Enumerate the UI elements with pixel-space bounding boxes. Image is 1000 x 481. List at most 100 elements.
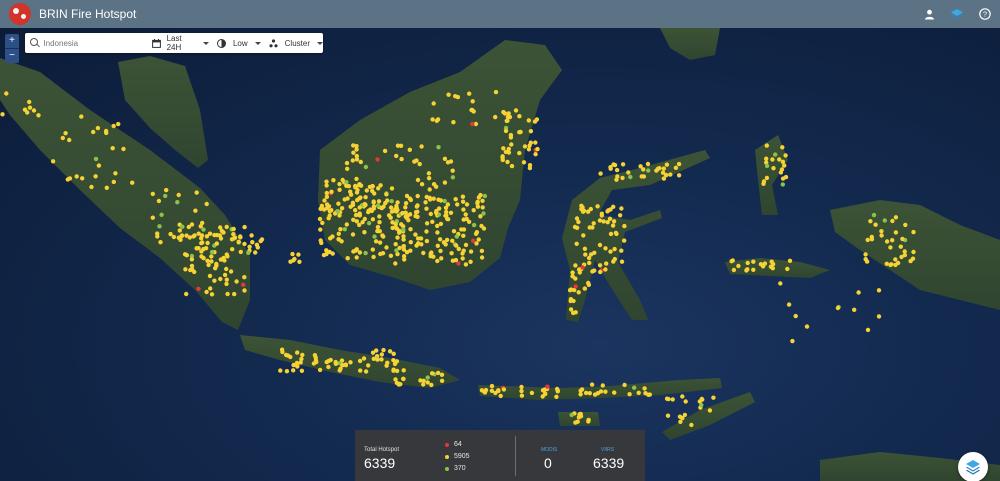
hotspot-marker xyxy=(344,222,349,227)
hotspot-marker xyxy=(378,251,383,257)
hotspot-marker xyxy=(312,353,318,358)
hotspot-marker xyxy=(224,266,229,272)
layers-icon[interactable] xyxy=(950,7,964,21)
hotspot-marker xyxy=(890,218,895,224)
hotspot-marker xyxy=(780,159,786,164)
hotspot-marker xyxy=(336,231,341,236)
hotspot-marker xyxy=(159,212,164,217)
hotspot-marker xyxy=(364,188,369,193)
modis-value: 0 xyxy=(544,455,552,471)
hotspot-marker xyxy=(31,108,37,113)
hotspot-marker xyxy=(234,279,239,284)
hotspot-marker xyxy=(95,125,101,131)
hotspot-marker xyxy=(150,215,155,220)
hotspot-marker xyxy=(405,213,410,218)
hotspot-marker xyxy=(617,213,623,218)
timor-island xyxy=(662,392,755,440)
hotspot-marker xyxy=(196,231,201,236)
hotspot-marker xyxy=(517,114,522,119)
hotspot-marker xyxy=(519,388,524,394)
hotspot-marker xyxy=(63,131,68,136)
hotspot-marker xyxy=(418,378,423,383)
hotspot-marker xyxy=(116,121,121,127)
hotspot-marker xyxy=(764,143,769,148)
hotspot-marker xyxy=(873,222,878,227)
hotspot-marker xyxy=(413,210,419,215)
legend-count-low: 370 xyxy=(454,465,466,472)
hotspot-marker xyxy=(431,101,436,106)
hotspot-marker xyxy=(500,157,505,163)
hotspot-marker xyxy=(354,247,359,252)
hotspot-marker xyxy=(587,225,592,230)
zoom-out-button[interactable]: − xyxy=(5,49,19,63)
hotspot-marker xyxy=(249,233,254,238)
hotspot-marker xyxy=(450,238,455,243)
hotspot-marker xyxy=(415,177,421,183)
search-input[interactable] xyxy=(43,38,144,48)
hotspot-marker xyxy=(250,240,255,245)
hotspot-marker xyxy=(415,203,420,208)
hotspot-marker xyxy=(639,174,644,179)
map-canvas[interactable] xyxy=(0,28,1000,481)
hotspot-marker xyxy=(340,177,345,183)
hotspot-marker xyxy=(533,152,538,157)
hotspot-marker xyxy=(471,238,476,243)
hotspot-marker xyxy=(395,235,400,240)
hotspot-marker xyxy=(205,240,210,246)
hotspot-marker xyxy=(377,214,382,219)
hotspot-marker xyxy=(598,269,603,275)
hotspot-marker xyxy=(27,105,33,110)
hotspot-marker xyxy=(730,258,735,263)
hotspot-marker xyxy=(205,258,210,263)
hotspot-marker xyxy=(528,129,534,134)
hotspot-marker xyxy=(91,129,96,135)
hotspot-marker xyxy=(224,281,229,287)
hotspot-marker xyxy=(393,222,398,227)
hotspot-marker xyxy=(231,232,236,237)
hotspot-marker xyxy=(291,368,296,373)
hotspot-marker xyxy=(863,257,868,262)
hotspot-marker xyxy=(157,224,162,229)
hotspot-marker xyxy=(207,231,213,236)
hotspot-marker xyxy=(171,234,177,240)
hotspot-marker xyxy=(104,130,109,136)
hotspot-marker xyxy=(342,197,347,202)
hotspot-marker xyxy=(787,258,793,263)
hotspot-marker xyxy=(329,189,334,194)
hotspot-marker xyxy=(498,393,503,399)
hotspot-marker xyxy=(158,240,163,245)
hotspot-marker xyxy=(527,143,532,148)
hotspot-marker xyxy=(586,417,591,423)
hotspot-marker xyxy=(435,243,440,248)
user-icon[interactable] xyxy=(922,7,936,21)
time-filter-dropdown[interactable]: Last 24H xyxy=(151,34,209,52)
hotspot-marker xyxy=(201,227,206,232)
confidence-filter-dropdown[interactable]: Low xyxy=(217,38,261,48)
hotspot-marker xyxy=(416,241,421,246)
hotspot-marker xyxy=(401,376,406,382)
hotspot-marker xyxy=(773,152,778,157)
hotspot-marker xyxy=(871,212,877,218)
hotspot-marker xyxy=(212,278,217,283)
hotspot-marker xyxy=(598,171,603,176)
hotspot-marker xyxy=(676,161,682,167)
hotspot-marker xyxy=(612,162,618,168)
hotspot-marker xyxy=(379,357,384,362)
view-mode-dropdown[interactable]: Cluster xyxy=(269,38,323,48)
hotspot-marker xyxy=(429,371,435,376)
help-icon[interactable]: ? xyxy=(978,7,992,21)
hotspot-marker xyxy=(707,408,713,413)
hotspot-marker xyxy=(446,92,451,97)
hotspot-marker xyxy=(608,231,614,237)
hotspot-marker xyxy=(790,338,795,344)
hotspot-marker xyxy=(433,184,439,189)
hotspot-marker xyxy=(622,223,627,229)
hotspot-marker xyxy=(574,216,580,221)
zoom-in-button[interactable]: + xyxy=(5,34,19,48)
hotspot-marker xyxy=(463,212,468,217)
hotspot-marker xyxy=(201,255,206,261)
hotspot-marker xyxy=(373,239,379,244)
hotspot-marker xyxy=(415,193,420,199)
basemap-layers-button[interactable] xyxy=(958,452,988,481)
hotspot-marker xyxy=(645,161,651,167)
